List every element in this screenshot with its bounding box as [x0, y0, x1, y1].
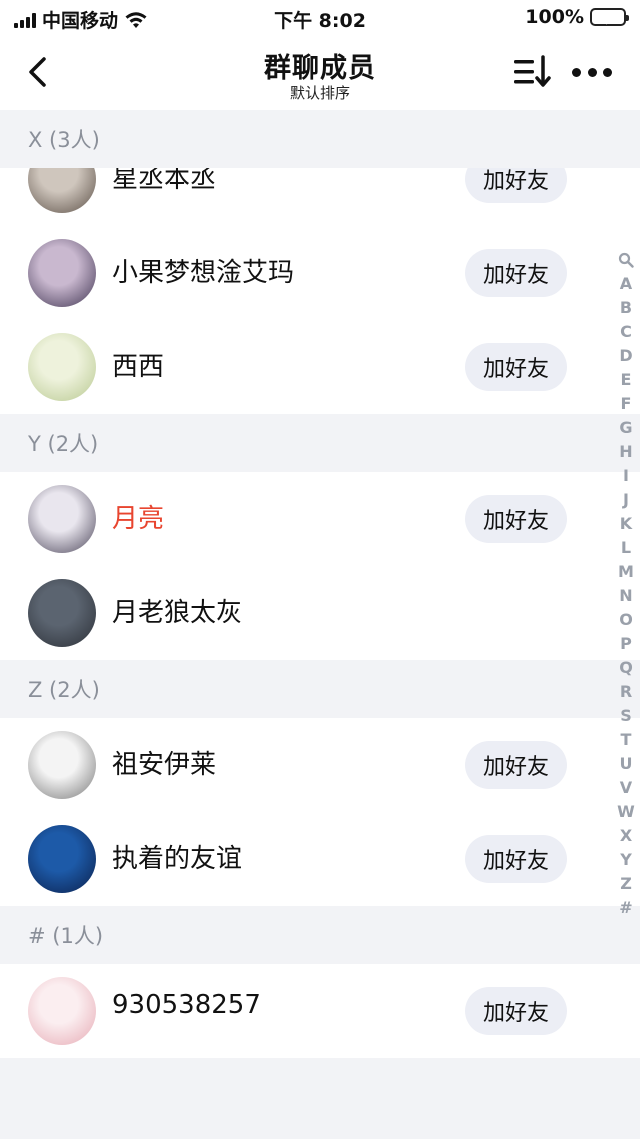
- index-letter[interactable]: O: [619, 608, 633, 632]
- nav-bar: 群聊成员 默认排序: [0, 36, 640, 110]
- index-letter[interactable]: I: [623, 464, 629, 488]
- index-letter[interactable]: T: [621, 728, 632, 752]
- index-letter[interactable]: E: [621, 368, 632, 392]
- member-row[interactable]: 星丞本丞 加好友: [0, 168, 640, 226]
- member-name: 星丞本丞: [112, 168, 217, 194]
- index-letter[interactable]: H: [619, 440, 632, 464]
- index-letter[interactable]: R: [620, 680, 632, 704]
- index-letter[interactable]: A: [620, 272, 632, 296]
- more-dots-icon: [572, 67, 581, 77]
- index-letter[interactable]: U: [620, 752, 633, 776]
- add-friend-button[interactable]: 加好友: [465, 343, 567, 391]
- index-letter[interactable]: V: [620, 776, 632, 800]
- index-letter[interactable]: Z: [620, 872, 632, 896]
- avatar[interactable]: [28, 825, 96, 893]
- member-name: 月亮: [112, 504, 165, 534]
- avatar[interactable]: [28, 168, 96, 213]
- more-button[interactable]: [570, 54, 614, 90]
- member-name: 西西: [112, 352, 165, 382]
- index-letter[interactable]: B: [620, 296, 632, 320]
- avatar[interactable]: [28, 485, 96, 553]
- add-friend-button[interactable]: 加好友: [465, 168, 567, 203]
- section-header-y: Y (2人): [0, 414, 640, 472]
- index-letter[interactable]: N: [619, 584, 632, 608]
- add-friend-button[interactable]: 加好友: [465, 835, 567, 883]
- status-right: 100%: [525, 6, 629, 28]
- add-friend-button[interactable]: 加好友: [465, 249, 567, 297]
- index-letter[interactable]: C: [620, 320, 632, 344]
- alphabet-index-bar[interactable]: A B C D E F G H I J K L M N O P Q R S T …: [612, 248, 640, 920]
- status-bar: 中国移动 下午 8:02 100%: [0, 0, 640, 36]
- index-letter[interactable]: L: [621, 536, 631, 560]
- index-letter[interactable]: #: [619, 896, 632, 920]
- avatar[interactable]: [28, 333, 96, 401]
- member-list[interactable]: X (3人) 星丞本丞 加好友 小果梦想淦艾玛 加好友 西西 加好友 Y (2人…: [0, 110, 640, 1058]
- add-friend-button[interactable]: 加好友: [465, 741, 567, 789]
- member-name: 930538257: [112, 990, 261, 1020]
- member-row[interactable]: 西西 加好友: [0, 320, 640, 414]
- index-letter[interactable]: D: [619, 344, 632, 368]
- member-name: 小果梦想淦艾玛: [112, 258, 295, 288]
- section-header-z: Z (2人): [0, 660, 640, 718]
- battery-percent: 100%: [525, 6, 584, 28]
- index-letter[interactable]: F: [621, 392, 632, 416]
- index-letter[interactable]: K: [620, 512, 632, 536]
- search-icon[interactable]: [618, 248, 634, 272]
- add-friend-button[interactable]: 加好友: [465, 987, 567, 1035]
- avatar[interactable]: [28, 731, 96, 799]
- sort-icon: [514, 55, 551, 87]
- member-row[interactable]: 月老狼太灰: [0, 566, 640, 660]
- index-letter[interactable]: P: [620, 632, 632, 656]
- index-letter[interactable]: Y: [620, 848, 632, 872]
- member-name: 祖安伊莱: [112, 750, 217, 780]
- member-row[interactable]: 月亮 加好友: [0, 472, 640, 566]
- member-row[interactable]: 930538257 加好友: [0, 964, 640, 1058]
- avatar[interactable]: [28, 579, 96, 647]
- member-row[interactable]: 祖安伊莱 加好友: [0, 718, 640, 812]
- avatar[interactable]: [28, 239, 96, 307]
- index-letter[interactable]: S: [620, 704, 632, 728]
- section-header-hash: # (1人): [0, 906, 640, 964]
- section-header-x: X (3人): [0, 110, 640, 168]
- battery-icon: [590, 8, 629, 26]
- sort-button[interactable]: [510, 52, 554, 92]
- member-row[interactable]: 执着的友谊 加好友: [0, 812, 640, 906]
- index-letter[interactable]: Q: [619, 656, 633, 680]
- index-letter[interactable]: W: [617, 800, 635, 824]
- member-name: 执着的友谊: [112, 844, 243, 874]
- add-friend-button[interactable]: 加好友: [465, 495, 567, 543]
- index-letter[interactable]: J: [623, 488, 629, 512]
- avatar[interactable]: [28, 977, 96, 1045]
- member-row[interactable]: 小果梦想淦艾玛 加好友: [0, 226, 640, 320]
- index-letter[interactable]: M: [618, 560, 634, 584]
- member-name: 月老狼太灰: [112, 598, 243, 628]
- index-letter[interactable]: G: [619, 416, 632, 440]
- index-letter[interactable]: X: [620, 824, 632, 848]
